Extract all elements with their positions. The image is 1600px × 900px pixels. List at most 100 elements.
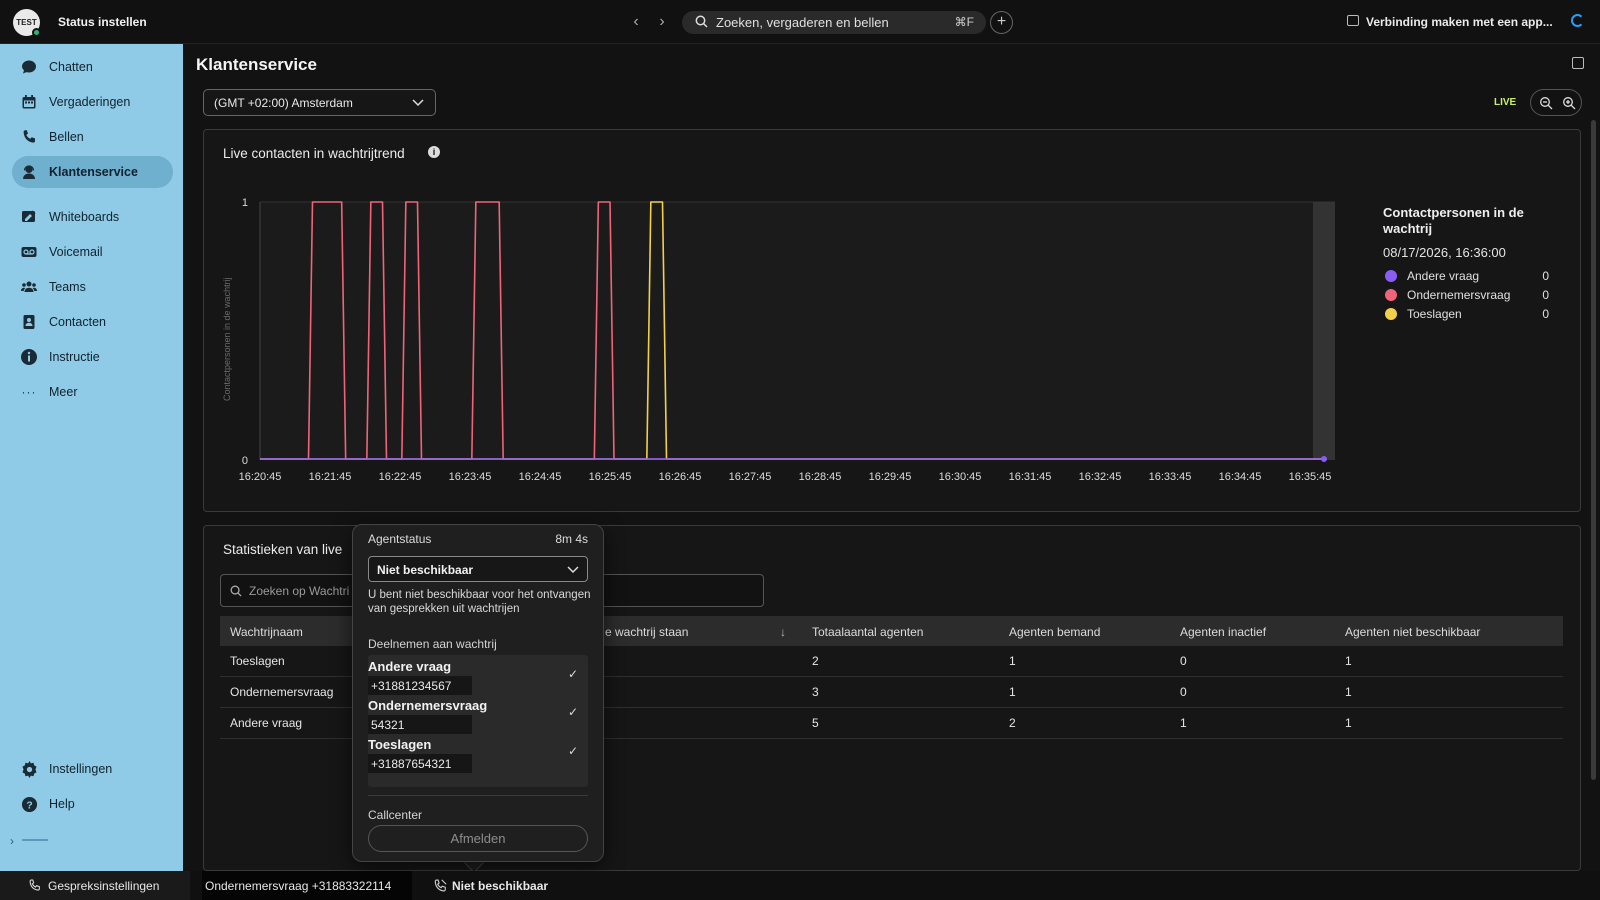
sidebar-item-instellingen[interactable]: Instellingen [12, 753, 173, 785]
sidebar-item-help[interactable]: ? Help [12, 788, 173, 820]
column-header[interactable]: Agenten niet beschikbaar [1345, 625, 1480, 639]
legend-name: Ondernemersvraag [1407, 288, 1511, 302]
cell-queue-name: Ondernemersvraag [230, 685, 334, 699]
queue-name: Andere vraag [368, 659, 452, 674]
logout-button[interactable]: Afmelden [368, 825, 588, 852]
sidebar-item-contacten[interactable]: Contacten [12, 306, 173, 338]
queue-number-text[interactable]: Ondernemersvraag +31883322114 [205, 879, 391, 893]
cell-agents-idle: 0 [1180, 685, 1187, 699]
trend-chart: 0 1 Contactpersonen in de wachtrij 16:20:45… [222, 197, 1335, 483]
agent-status-popover: Agentstatus 8m 4s Niet beschikbaar U ben… [352, 524, 604, 862]
y-tick-label: 0 [242, 455, 248, 467]
zoom-out-icon[interactable] [1539, 96, 1553, 110]
sidebar-item-label: Vergaderingen [49, 95, 131, 109]
column-header[interactable]: Wachtrijnaam [230, 625, 303, 639]
live-badge: LIVE [1494, 97, 1517, 108]
x-tick-label: 16:29:45 [869, 471, 912, 483]
x-tick-label: 16:35:45 [1289, 471, 1332, 483]
sidebar-item-label: Meer [49, 385, 78, 399]
sidebar-collapse-handle[interactable] [22, 839, 48, 841]
x-tick-label: 16:32:45 [1079, 471, 1122, 483]
legend-name: Andere vraag [1407, 269, 1480, 283]
queue-checkbox[interactable]: ✓ [568, 705, 580, 719]
queue-number: +31887654321 [368, 754, 472, 773]
x-tick-label: 16:23:45 [449, 471, 492, 483]
cell-agents-unavailable: 1 [1345, 716, 1352, 730]
legend-dot [1385, 308, 1397, 320]
sidebar-item-label: Instellingen [49, 762, 113, 776]
legend-dot [1385, 270, 1397, 282]
more-icon: ··· [21, 385, 37, 399]
cell-agents-staffed: 1 [1009, 654, 1016, 668]
page-title: Klantenservice [196, 55, 317, 74]
legend-date: 08/17/2026, 16:36:00 [1383, 245, 1506, 260]
back-arrow-icon[interactable]: ‹ [627, 12, 645, 32]
sidebar-item-klantenservice[interactable]: Klantenservice [12, 156, 173, 188]
scrollbar[interactable] [1591, 120, 1596, 780]
cell-queue-name: Toeslagen [230, 654, 285, 668]
bottom-bar: Gespreksinstellingen Ondernemersvraag +3… [0, 871, 1600, 900]
sidebar-item-bellen[interactable]: Bellen [12, 121, 173, 153]
callcenter-label: Callcenter [368, 808, 423, 822]
x-tick-label: 16:25:45 [589, 471, 632, 483]
column-header[interactable]: Totaalaantal agenten [812, 625, 923, 639]
teams-icon [20, 278, 38, 296]
search-shortcut: ⌘F [954, 15, 974, 29]
chart-legend: Contactpersonen in de wachtrij 08/17/202… [1383, 205, 1563, 323]
sort-desc-icon[interactable]: ↓ [780, 625, 786, 639]
call-settings-button[interactable]: Gespreksinstellingen [48, 879, 159, 893]
legend-title: Contactpersonen in de wachtrij [1383, 205, 1524, 236]
info-icon[interactable]: i [428, 146, 440, 158]
chevron-down-icon [412, 99, 424, 107]
cell-total-agents: 2 [812, 654, 819, 668]
expand-sidebar-chevron-icon[interactable]: › [10, 834, 14, 848]
agent-status-select[interactable]: Niet beschikbaar [368, 556, 588, 582]
sidebar-item-whiteboards[interactable]: Whiteboards [12, 201, 173, 233]
queue-list: Andere vraag +31881234567 ✓ Ondernemersv… [368, 655, 588, 787]
queue-number-display: Ondernemersvraag +31883322114 [202, 871, 412, 900]
search-placeholder: Zoeken op Wachtri [249, 584, 350, 598]
call-settings-icon [29, 879, 40, 891]
sidebar-item-vergaderingen[interactable]: Vergaderingen [12, 86, 173, 118]
cell-agents-idle: 1 [1180, 716, 1187, 730]
x-tick-label: 16:28:45 [799, 471, 842, 483]
column-header[interactable]: Agenten inactief [1180, 625, 1266, 639]
avatar-text: TEST [16, 18, 37, 27]
queue-checkbox[interactable]: ✓ [568, 667, 580, 681]
cell-agents-unavailable: 1 [1345, 654, 1352, 668]
legend-item: Toeslagen 0 [1383, 304, 1563, 323]
cell-agents-staffed: 2 [1009, 716, 1016, 730]
x-tick-label: 16:20:45 [239, 471, 282, 483]
global-search[interactable]: Zoeken, vergaderen en bellen ⌘F [682, 11, 986, 34]
sidebar-item-label: Klantenservice [49, 165, 138, 179]
sidebar-item-instructie[interactable]: Instructie [12, 341, 173, 373]
whiteboard-icon [20, 208, 38, 226]
legend-dot [1385, 289, 1397, 301]
presence-dot [32, 28, 41, 37]
agent-status-icon [434, 879, 447, 892]
sidebar-item-teams[interactable]: Teams [12, 271, 173, 303]
popout-icon[interactable] [1572, 57, 1584, 69]
legend-value: 0 [1542, 269, 1549, 283]
queue-name: Toeslagen [368, 737, 432, 752]
legend-item: Ondernemersvraag 0 [1383, 285, 1563, 304]
sidebar-item-voicemail[interactable]: Voicemail [12, 236, 173, 268]
column-header[interactable]: e wachtrij staan [605, 625, 688, 639]
column-header[interactable]: Agenten bemand [1009, 625, 1100, 639]
legend-value: 0 [1542, 307, 1549, 321]
timezone-select[interactable]: (GMT +02:00) Amsterdam [203, 89, 436, 116]
forward-arrow-icon[interactable]: › [653, 12, 671, 32]
connect-app-link[interactable]: Verbinding maken met een app... [1366, 15, 1553, 29]
phone-icon [20, 128, 38, 146]
sidebar-item-chatten[interactable]: Chatten [12, 51, 173, 83]
status-label[interactable]: Status instellen [58, 15, 147, 29]
user-avatar[interactable]: TEST [13, 9, 41, 37]
sync-icon[interactable] [1571, 14, 1584, 27]
add-button[interactable]: + [990, 11, 1013, 34]
headset-icon [20, 163, 38, 181]
queue-checkbox[interactable]: ✓ [568, 744, 580, 758]
x-tick-label: 16:30:45 [939, 471, 982, 483]
sidebar-item-meer[interactable]: ··· Meer [12, 376, 173, 408]
zoom-in-icon[interactable] [1562, 96, 1576, 110]
agent-status-button[interactable]: Niet beschikbaar [452, 879, 548, 893]
